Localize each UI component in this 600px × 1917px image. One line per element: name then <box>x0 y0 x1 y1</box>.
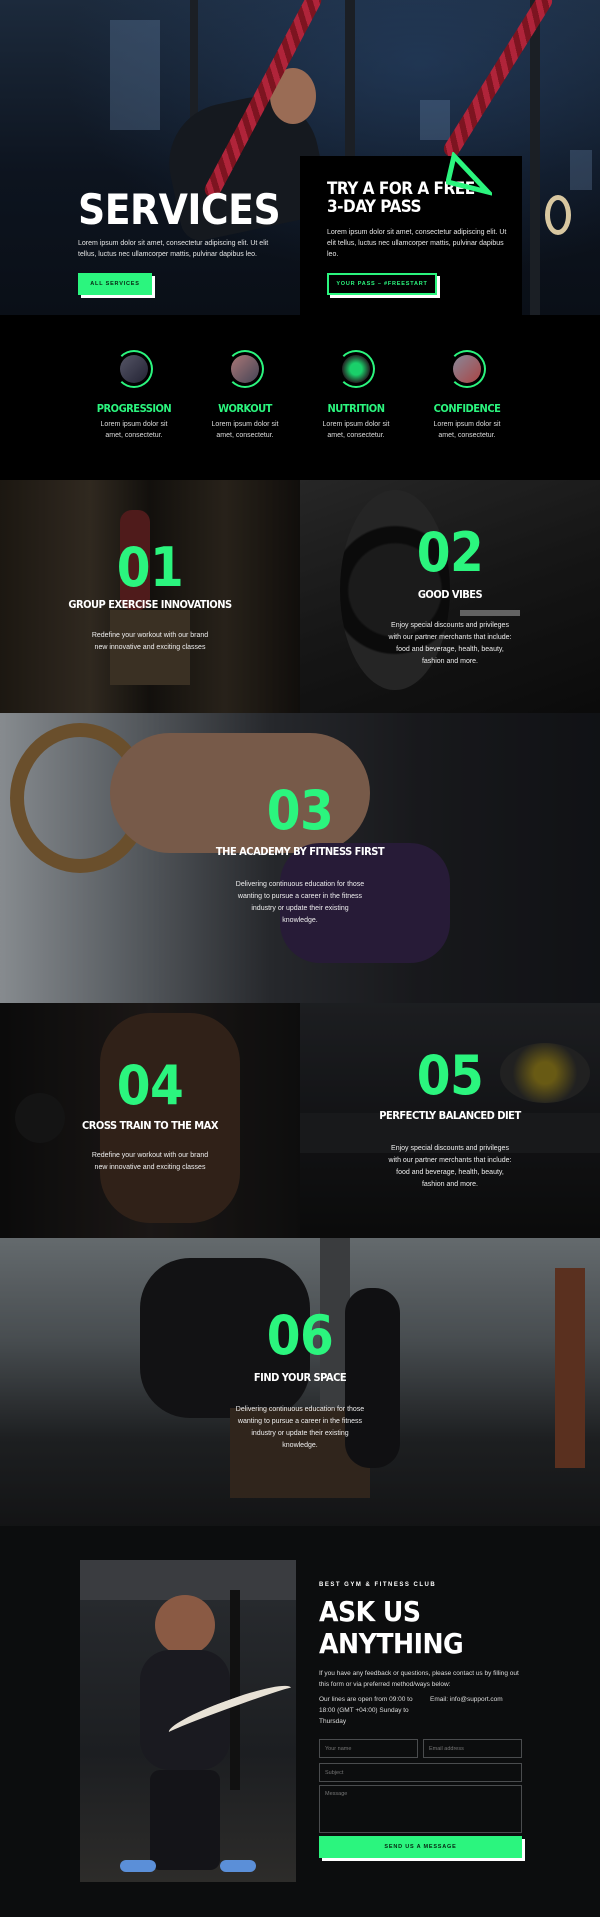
contact-hours: Our lines are open from 09:00 to 18:00 (… <box>319 1696 413 1725</box>
service-text: Enjoy special discounts and privileges w… <box>388 1145 512 1188</box>
service-number: 04 <box>116 1054 184 1117</box>
service-title: PERFECTLY BALANCED DIET <box>379 1109 521 1122</box>
service-title: GOOD VIBES <box>417 588 483 601</box>
gym-rack <box>190 0 198 120</box>
feature-progression: PROGRESSION Lorem ipsum dolor sit amet, … <box>84 350 184 441</box>
workout-avatar <box>226 350 264 388</box>
feature-title: CONFIDENCE <box>433 402 501 415</box>
feature-title: PROGRESSION <box>96 402 172 415</box>
service-text: Enjoy special discounts and privileges w… <box>388 622 512 665</box>
contact-text: If you have any feedback or questions, p… <box>319 1670 519 1688</box>
service-number: 05 <box>416 1044 484 1107</box>
contact-title: ASK US ANYTHING <box>319 1595 464 1660</box>
athlete-legs <box>150 1770 220 1870</box>
triangle-arrow-icon <box>446 152 492 196</box>
service-text: Delivering continuous education for thos… <box>235 881 365 924</box>
sneaker <box>120 1860 156 1872</box>
email-field[interactable] <box>423 1739 522 1758</box>
service-text: Redefine your workout with our brand new… <box>91 1152 209 1171</box>
gym-ring <box>545 195 571 235</box>
service-title: THE ACADEMY BY FITNESS FIRST <box>215 845 385 858</box>
gym-rack <box>230 1590 240 1790</box>
service-tile-03: 03 THE ACADEMY BY FITNESS FIRST Deliveri… <box>0 713 600 1003</box>
hero-section: SERVICES Lorem ipsum dolor sit amet, con… <box>0 0 600 315</box>
feature-title: WORKOUT <box>218 402 272 415</box>
free-pass-text: Lorem ipsum dolor sit amet, consectetur … <box>327 229 507 258</box>
message-field[interactable] <box>319 1785 522 1833</box>
service-title: FIND YOUR SPACE <box>253 1371 347 1384</box>
service-number: 02 <box>416 521 484 584</box>
contact-section: BEST GYM & FITNESS CLUB ASK US ANYTHING … <box>0 1526 600 1917</box>
progression-avatar <box>115 350 153 388</box>
service-tile-01: 01 GROUP EXERCISE INNOVATIONS Redefine y… <box>0 480 300 713</box>
background-window <box>110 20 160 130</box>
service-title: CROSS TRAIN TO THE MAX <box>82 1119 218 1132</box>
gym-rack <box>345 0 355 160</box>
service-title: GROUP EXERCISE INNOVATIONS <box>68 598 232 611</box>
hero-text: Lorem ipsum dolor sit amet, consectetur … <box>78 240 269 258</box>
page-title: SERVICES <box>78 185 281 234</box>
feature-nutrition: NUTRITION Lorem ipsum dolor sit amet, co… <box>306 350 406 441</box>
contact-photo <box>80 1560 296 1882</box>
background-window <box>420 100 450 140</box>
contact-email: Email: info@support.com <box>430 1696 503 1703</box>
nutrition-avatar <box>337 350 375 388</box>
tile-overlay <box>0 713 600 1003</box>
feature-text: Lorem ipsum dolor sit amet, consectetur. <box>211 421 279 439</box>
send-message-button[interactable]: SEND US A MESSAGE <box>319 1836 522 1858</box>
service-number: 03 <box>266 779 334 842</box>
service-number: 06 <box>266 1304 334 1367</box>
confidence-avatar <box>448 350 486 388</box>
service-text: Delivering continuous education for thos… <box>235 1406 365 1449</box>
all-services-button[interactable]: ALL SERVICES <box>78 273 152 295</box>
feature-text: Lorem ipsum dolor sit amet, consectetur. <box>433 421 501 439</box>
service-text: Redefine your workout with our brand new… <box>91 632 209 651</box>
service-tile-04: 04 CROSS TRAIN TO THE MAX Redefine your … <box>0 1003 300 1238</box>
service-tile-06: 06 FIND YOUR SPACE Delivering continuous… <box>0 1238 600 1526</box>
contact-kicker: BEST GYM & FITNESS CLUB <box>319 1582 437 1588</box>
athlete-head <box>155 1595 215 1655</box>
name-field[interactable] <box>319 1739 418 1758</box>
feature-title: NUTRITION <box>327 402 386 415</box>
service-number: 01 <box>116 536 184 599</box>
feature-text: Lorem ipsum dolor sit amet, consectetur. <box>322 421 390 439</box>
ceiling <box>80 1560 296 1600</box>
feature-confidence: CONFIDENCE Lorem ipsum dolor sit amet, c… <box>417 350 517 441</box>
sneaker <box>220 1860 256 1872</box>
your-pass-button[interactable]: YOUR PASS – #FREESTART <box>327 273 437 295</box>
features-section: PROGRESSION Lorem ipsum dolor sit amet, … <box>0 315 600 480</box>
subject-field[interactable] <box>319 1763 522 1782</box>
background-window <box>570 150 592 190</box>
feature-workout: WORKOUT Lorem ipsum dolor sit amet, cons… <box>195 350 295 441</box>
feature-text: Lorem ipsum dolor sit amet, consectetur. <box>100 421 168 439</box>
service-tile-05: 05 PERFECTLY BALANCED DIET Enjoy special… <box>300 1003 600 1238</box>
service-tile-02: 02 GOOD VIBES Enjoy special discounts an… <box>300 480 600 713</box>
gym-rack <box>530 0 540 315</box>
